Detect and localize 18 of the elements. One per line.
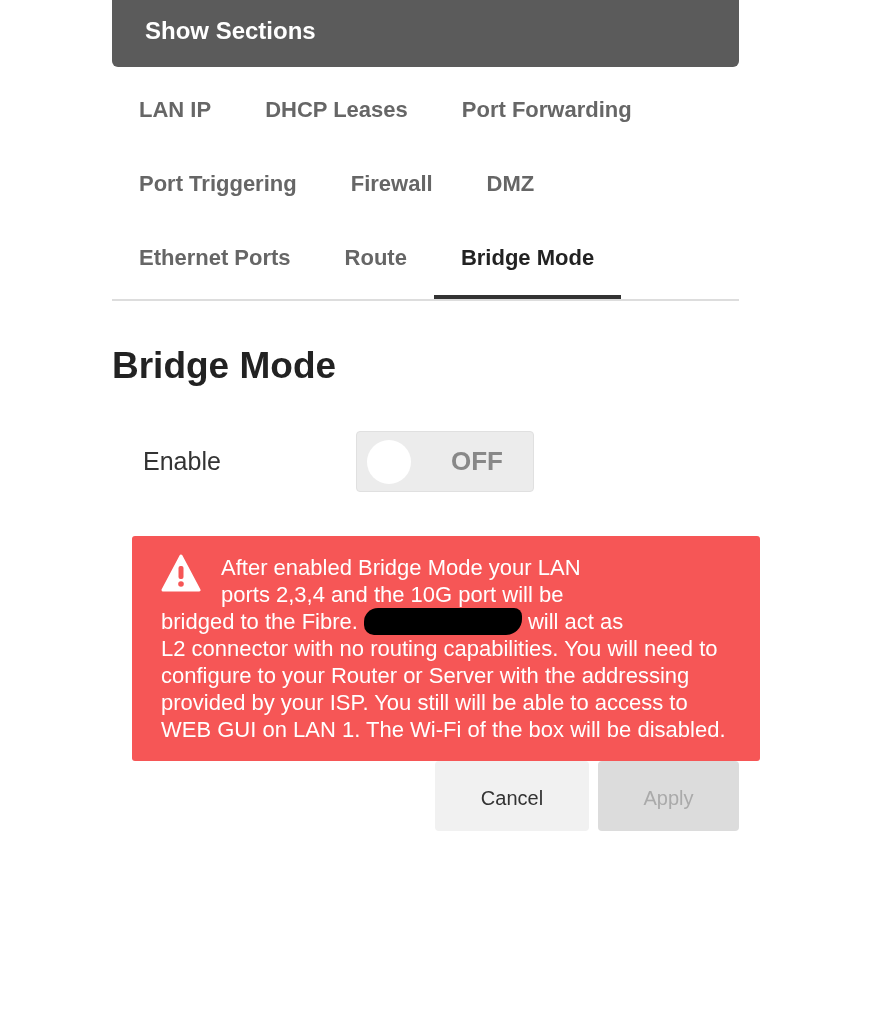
section-tab[interactable]: Ethernet Ports (112, 225, 318, 299)
section-header[interactable]: Show Sections (112, 0, 739, 67)
section-tab[interactable]: LAN IP (112, 77, 239, 151)
warning-icon (161, 554, 201, 592)
field-label: Enable (143, 447, 222, 476)
toggle-switch[interactable]: OFF (356, 431, 534, 492)
section-tab[interactable]: DMZ (459, 151, 562, 225)
section-title: Bridge Mode (112, 345, 338, 387)
warning-text: bridged to the Fibre. (161, 608, 358, 635)
section-tab[interactable]: Firewall (323, 151, 460, 225)
cancel-button[interactable]: Cancel (435, 761, 589, 831)
section-tab[interactable]: Bridge Mode (433, 225, 622, 299)
section-tab[interactable]: DHCP Leases (238, 77, 435, 151)
section-tab[interactable]: Port Triggering (112, 151, 324, 225)
warning-text: L2 connector with no routing capabilities. You will need to configure to your Router or Server with the addressing provided by your ISP. You still will be able to access to WEB GUI on LAN 1. The Wi-Fi of the box will be disabled. (161, 635, 727, 743)
section-tab[interactable]: Route (317, 225, 434, 299)
warning-text: will act as (527, 608, 624, 635)
section-tab[interactable]: Port Forwarding (434, 77, 659, 151)
